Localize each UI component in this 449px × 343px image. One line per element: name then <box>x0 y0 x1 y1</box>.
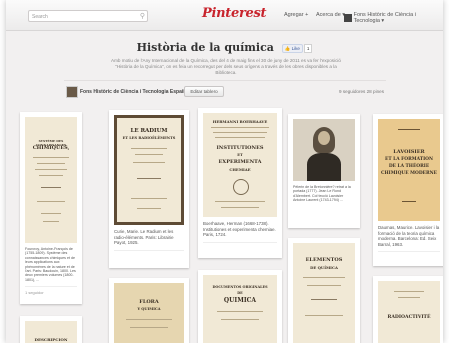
edit-board-button[interactable]: Editar tablero <box>184 86 224 97</box>
pin-caption: Curie, Marie. Le Radium et les radio-élé… <box>114 229 174 246</box>
user-avatar <box>344 14 352 22</box>
book-title-line: QUIMICA <box>223 297 257 304</box>
page-canvas: Search ⚲ Pinterest Agregar + Acerca de ▾… <box>6 0 443 343</box>
pin-image[interactable]: ELEMENTOS DE QUÍMICA <box>293 243 355 343</box>
pin-card[interactable]: DESCRIPCION <box>20 316 82 343</box>
pin-footer <box>378 251 440 260</box>
user-menu[interactable]: Fons Històric de Ciència i Tecnologia ▾ <box>344 12 443 24</box>
pin-image[interactable]: LAVOISIER ET LA FORMATION DE LA THÉORIE … <box>378 119 440 221</box>
owner-name[interactable]: Fons Històric de Ciència i Tecnologia Es… <box>80 89 187 95</box>
user-menu-label: Fons Històric de Ciència i Tecnologia ▾ <box>353 12 416 24</box>
pin-footer <box>114 249 184 259</box>
book-title-line: EXPERIMENTA <box>218 159 262 165</box>
portrait-body <box>307 153 341 181</box>
like-button[interactable]: 👍 Like <box>281 43 303 53</box>
pin-image[interactable]: LE RADIUM ET LES RADIOÉLÉMENTS <box>114 115 184 225</box>
pin-card[interactable]: ELEMENTOS DE QUÍMICA <box>288 238 360 343</box>
book-title-line: ET <box>237 153 243 157</box>
top-nav-bar: Search ⚲ Pinterest Agregar + Acerca de ▾… <box>6 0 443 31</box>
book-title-line: LE RADIUM <box>130 128 168 134</box>
pin-footer <box>203 241 277 251</box>
book-title-line: RADIOACTIVITÉ <box>387 315 431 320</box>
board-owner-bar: Fons Històric de Ciència i Tecnologia Es… <box>64 80 386 98</box>
pin-card[interactable]: SYSTÈME DES CONNAISSANCES CHIMIQUES, Fou… <box>20 112 82 304</box>
board-stats: 9 seguidores 28 pines <box>339 89 384 94</box>
book-title-line: DE LA THÉORIE <box>388 164 430 169</box>
pin-caption: Fourcroy, Antoine-François de (1755-1809… <box>25 247 76 282</box>
pin-card[interactable]: LE RADIUM ET LES RADIOÉLÉMENTS Curie, Ma… <box>109 110 189 268</box>
book-title-line: CHEMIAE <box>229 167 251 172</box>
pin-image[interactable]: FLORA Y QUIMICA <box>114 283 184 343</box>
pin-card[interactable]: HERMANNI BOERHAAVE INSTITUTIONES ET EXPE… <box>198 108 282 258</box>
board-title: Història de la química 👍 Like 1 <box>6 41 443 54</box>
book-title-line: CHIMIQUE MODERNE <box>381 171 437 176</box>
search-placeholder: Search <box>32 14 48 20</box>
pin-image[interactable] <box>293 119 355 181</box>
book-title-line: LAVOISIER <box>393 149 425 155</box>
printer-emblem <box>233 179 249 195</box>
portrait-face <box>318 131 330 145</box>
book-title-line: Y QUIMICA <box>137 307 161 311</box>
book-title-line: ET LES RADIOÉLÉMENTS <box>122 136 176 140</box>
book-title-line: FLORA <box>139 299 159 305</box>
pin-image[interactable]: RADIOACTIVITÉ <box>378 281 440 343</box>
book-title-line: DOCUMENTOS ORIGINALES <box>212 285 268 289</box>
pin-card[interactable]: LAVOISIER ET LA FORMATION DE LA THÉORIE … <box>373 114 443 266</box>
pin-card[interactable]: Pèlerin de la Bretonnière? retrat a la p… <box>288 114 360 228</box>
add-menu[interactable]: Agregar + <box>284 12 308 18</box>
pin-card[interactable]: RADIOACTIVITÉ <box>373 276 443 343</box>
like-label: Like <box>291 45 300 51</box>
owner-avatar[interactable] <box>66 86 78 98</box>
search-icon[interactable]: ⚲ <box>140 12 145 21</box>
board-description: Amb motiu de l'Any Internacional de la Q… <box>111 58 341 75</box>
pin-footer: 1 seguidor <box>25 286 77 295</box>
pin-card[interactable]: DOCUMENTOS ORIGINALES DE QUIMICA <box>198 270 282 343</box>
pin-caption: Daumas, Maurice. Lavoisier i la formació… <box>378 225 440 247</box>
book-title-line: CHIMIQUES, <box>32 145 70 151</box>
pin-caption: Boerhaave, Herman (1668-1738). Instituti… <box>203 221 276 238</box>
book-title-line: ELEMENTOS <box>305 257 343 263</box>
pin-image[interactable]: DOCUMENTOS ORIGINALES DE QUIMICA <box>203 275 277 343</box>
book-title-line: ET LA FORMATION <box>385 157 433 162</box>
book-title-line: HERMANNI BOERHAAVE <box>212 119 268 124</box>
thumbs-up-icon: 👍 <box>284 45 291 51</box>
book-title-line: DESCRIPCION <box>34 337 68 342</box>
about-menu[interactable]: Acerca de ▾ <box>316 12 345 18</box>
pin-caption: Pèlerin de la Bretonnière? retrat a la p… <box>293 185 351 203</box>
book-title-line: DE <box>237 291 243 295</box>
board-title-text: Història de la química <box>136 41 274 54</box>
pin-image[interactable]: SYSTÈME DES CONNAISSANCES CHIMIQUES, <box>25 117 77 243</box>
pin-image[interactable]: DESCRIPCION <box>25 321 77 343</box>
pin-image[interactable]: HERMANNI BOERHAAVE INSTITUTIONES ET EXPE… <box>203 113 277 217</box>
pin-card[interactable]: FLORA Y QUIMICA <box>109 278 189 343</box>
like-count: 1 <box>303 43 313 53</box>
pinterest-logo[interactable]: Pinterest <box>202 6 266 21</box>
book-title-line: DE QUÍMICA <box>310 265 338 270</box>
search-input[interactable]: Search ⚲ <box>28 10 148 22</box>
book-title-line: INSTITUTIONES <box>216 145 264 151</box>
